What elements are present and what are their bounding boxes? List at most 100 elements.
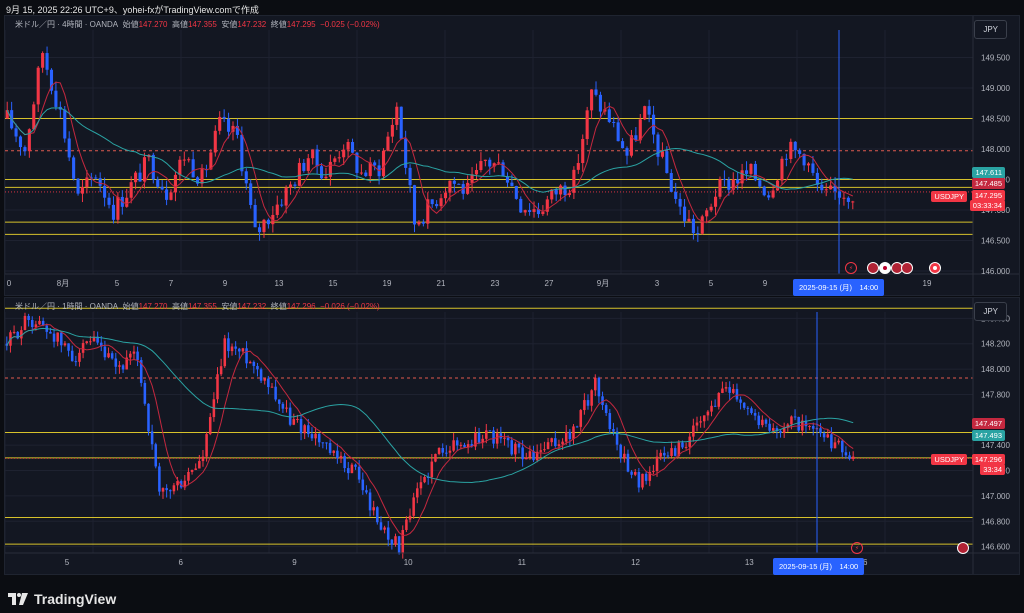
- candle: [241, 348, 245, 352]
- crosshair-time-tag: 2025-09-15 (月) 14:00: [773, 558, 865, 575]
- candle: [463, 444, 466, 448]
- candle: [837, 191, 842, 198]
- candle: [495, 433, 499, 444]
- candle: [266, 219, 270, 225]
- candle: [767, 195, 771, 198]
- candle: [710, 405, 713, 412]
- candle: [797, 416, 800, 431]
- candle: [292, 419, 296, 425]
- candle: [630, 471, 633, 475]
- jp-flag-icon[interactable]: [929, 262, 941, 274]
- x-tick-label: 0: [7, 279, 12, 288]
- candle: [373, 162, 377, 166]
- candle: [423, 476, 426, 483]
- chart-pane-4h[interactable]: 149.500149.000148.500148.000147.500147.0…: [4, 15, 1020, 296]
- candle: [386, 136, 390, 151]
- candle: [222, 116, 226, 119]
- chart-pane-1h[interactable]: 148.400148.200148.000147.800147.400147.2…: [4, 297, 1020, 575]
- candle: [85, 341, 89, 344]
- candle: [296, 418, 299, 420]
- jp-flag-icon[interactable]: [879, 262, 891, 274]
- us-flag-icon[interactable]: [957, 542, 969, 554]
- candle: [434, 453, 437, 462]
- x-tick-label: 5: [115, 279, 120, 288]
- candle: [764, 419, 768, 424]
- candle: [811, 426, 815, 429]
- candle: [421, 221, 425, 224]
- candle: [132, 351, 136, 354]
- candle: [147, 403, 150, 432]
- candle: [419, 482, 423, 489]
- candle: [696, 233, 700, 235]
- candle: [683, 206, 687, 222]
- brand-name: TradingView: [34, 591, 117, 607]
- candle: [673, 448, 677, 456]
- candle: [190, 469, 194, 472]
- candle: [744, 170, 749, 174]
- candle: [376, 507, 379, 523]
- candle: [365, 490, 368, 493]
- candle: [439, 198, 443, 207]
- y-tick-label: 146.500: [981, 236, 1010, 245]
- candle: [806, 163, 811, 166]
- candle: [328, 443, 332, 453]
- candle: [412, 185, 417, 225]
- candle: [561, 441, 564, 445]
- candle: [848, 455, 851, 459]
- candle: [357, 466, 361, 480]
- candle: [749, 163, 753, 174]
- candle: [647, 106, 651, 115]
- candle: [394, 536, 397, 545]
- candle: [452, 440, 455, 451]
- candle: [321, 442, 325, 444]
- us-flag-icon[interactable]: [901, 262, 913, 274]
- candle: [227, 338, 230, 352]
- x-tick-label: 13: [275, 279, 284, 288]
- candle: [608, 413, 612, 430]
- candle: [590, 89, 594, 111]
- candle: [52, 333, 56, 342]
- candle: [612, 429, 615, 432]
- candle: [158, 466, 161, 492]
- candle: [198, 461, 201, 469]
- currency-button[interactable]: JPY: [974, 20, 1007, 39]
- candle: [293, 184, 297, 186]
- x-tick-label: 7: [169, 279, 174, 288]
- candle: [386, 527, 390, 540]
- us-flag-icon[interactable]: [867, 262, 879, 274]
- candle: [94, 177, 98, 179]
- candle: [826, 434, 830, 438]
- candle: [350, 464, 354, 474]
- candle: [399, 106, 403, 139]
- candle: [452, 180, 456, 184]
- event-flag-icon[interactable]: ⚡: [845, 262, 857, 274]
- price-chart-4h[interactable]: 149.500149.000148.500148.000147.500147.0…: [5, 16, 1019, 295]
- candle: [607, 109, 611, 123]
- open-value: 147.270: [138, 302, 168, 311]
- candle: [768, 423, 771, 431]
- y-tick-label: 146.600: [981, 543, 1010, 552]
- candle: [248, 361, 252, 364]
- price-chart-1h[interactable]: 148.400148.200148.000147.800147.400147.2…: [5, 298, 1019, 574]
- candle: [169, 490, 172, 492]
- candle: [594, 377, 597, 391]
- candle: [343, 455, 346, 469]
- currency-button[interactable]: JPY: [974, 302, 1007, 321]
- candle: [201, 456, 205, 462]
- candle: [381, 150, 386, 177]
- y-tick-label: 148.000: [981, 365, 1010, 374]
- candle: [187, 471, 190, 481]
- candle: [263, 378, 266, 381]
- candle: [568, 431, 572, 440]
- tradingview-brand[interactable]: TradingView: [8, 591, 116, 607]
- candle: [842, 197, 846, 199]
- candle: [488, 430, 492, 432]
- candle: [253, 204, 257, 228]
- candle: [666, 455, 670, 457]
- candle: [337, 157, 341, 159]
- y-tick-label: 148.200: [981, 340, 1010, 349]
- candle: [753, 413, 757, 416]
- event-flag-icon[interactable]: ⚡: [851, 542, 863, 554]
- candle: [824, 189, 828, 191]
- candle: [405, 519, 408, 530]
